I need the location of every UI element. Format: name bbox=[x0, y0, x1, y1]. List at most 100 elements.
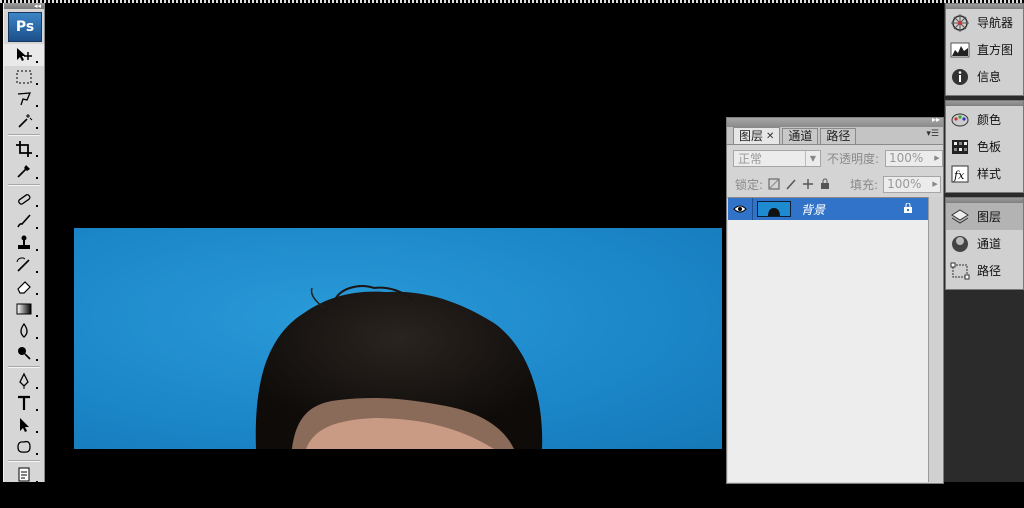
brush-tool-button[interactable] bbox=[4, 210, 44, 232]
clone-stamp-tool-button[interactable] bbox=[4, 232, 44, 254]
fill-value: 100% bbox=[887, 177, 922, 191]
gradient-tool-icon bbox=[16, 303, 32, 315]
lock-transparency-icon bbox=[768, 178, 780, 190]
dock-item-info[interactable]: 信息 bbox=[946, 63, 1023, 90]
tab-channels[interactable]: 通道 bbox=[782, 128, 819, 144]
chevron-right-icon[interactable]: ▶ bbox=[932, 154, 942, 162]
gradient-tool-button[interactable] bbox=[4, 298, 44, 320]
layer-lock-icon bbox=[903, 202, 913, 216]
layer-list-scrollbar[interactable] bbox=[928, 197, 943, 482]
lock-pixels-button[interactable] bbox=[785, 178, 797, 190]
eye-icon bbox=[733, 205, 747, 213]
paths-icon bbox=[950, 262, 970, 279]
dodge-tool-button[interactable] bbox=[4, 342, 44, 364]
swatches-icon bbox=[952, 139, 968, 154]
lock-fill-row: 锁定: 填充: 100% ▶ bbox=[727, 171, 943, 198]
healing-brush-tool-icon bbox=[18, 194, 31, 205]
blend-opacity-row: 正常 ▼ 不透明度: 100% ▶ bbox=[727, 145, 943, 171]
blend-mode-value: 正常 bbox=[738, 151, 763, 166]
fill-field[interactable]: 100% ▶ bbox=[883, 175, 942, 193]
dock-item-label: 样式 bbox=[977, 167, 1002, 181]
layers-icon bbox=[951, 208, 969, 224]
type-tool-icon bbox=[18, 395, 30, 410]
opacity-field[interactable]: 100% ▶ bbox=[885, 149, 943, 167]
lasso-tool-icon bbox=[17, 92, 32, 106]
eyedropper2-tool-icon bbox=[17, 494, 27, 504]
panel-title-bar[interactable]: ▸▸ bbox=[727, 115, 943, 127]
layer-thumbnail bbox=[757, 201, 791, 217]
notes-tool-icon bbox=[18, 467, 30, 482]
path-selection-tool-button[interactable] bbox=[4, 414, 44, 436]
tab-paths[interactable]: 路径 bbox=[820, 128, 857, 144]
app-logo[interactable]: Ps bbox=[8, 12, 42, 42]
layer-name[interactable]: 背景 bbox=[801, 201, 825, 218]
info-icon bbox=[952, 68, 968, 85]
dock-item-styles[interactable]: fx 样式 bbox=[946, 160, 1023, 187]
toolbox-separator bbox=[8, 134, 40, 136]
dock-item-paths[interactable]: 路径 bbox=[946, 257, 1023, 284]
tab-layers-label: 图层 bbox=[739, 128, 764, 143]
dock-item-label: 导航器 bbox=[977, 16, 1014, 30]
dock-item-navigator[interactable]: 导航器 bbox=[946, 9, 1023, 36]
history-brush-tool-button[interactable] bbox=[4, 254, 44, 276]
eyedropper2-tool-button[interactable] bbox=[4, 486, 44, 508]
dock-item-channels[interactable]: 通道 bbox=[946, 230, 1023, 257]
lock-transparency-button[interactable] bbox=[768, 178, 780, 190]
color-palette-icon bbox=[951, 113, 969, 126]
svg-text:fx: fx bbox=[953, 169, 965, 182]
layer-row[interactable]: 背景 bbox=[728, 198, 941, 220]
lock-all-button[interactable] bbox=[819, 178, 831, 190]
notes-tool-button[interactable] bbox=[4, 464, 44, 486]
chevron-down-icon: ▼ bbox=[804, 150, 820, 166]
magic-wand-tool-icon bbox=[18, 114, 33, 128]
tab-channels-label: 通道 bbox=[788, 129, 813, 143]
dock-item-layers[interactable]: 图层 bbox=[946, 203, 1023, 230]
tab-layers[interactable]: 图层 ✕ bbox=[733, 127, 781, 144]
eyedropper-tool-icon bbox=[17, 165, 30, 178]
navigator-icon bbox=[951, 13, 969, 32]
crop-tool-button[interactable] bbox=[4, 138, 44, 160]
close-tab-icon[interactable]: ✕ bbox=[766, 129, 774, 144]
custom-shape-tool-icon bbox=[17, 440, 31, 453]
toolbox: ◂◂ Ps bbox=[3, 2, 45, 505]
lock-position-button[interactable] bbox=[802, 178, 814, 190]
portrait-photo bbox=[255, 285, 543, 449]
panel-menu-icon[interactable]: ▾☰ bbox=[926, 129, 939, 139]
dock-group-navigator: 导航器 直方图 信息 bbox=[945, 3, 1024, 96]
dock-item-histogram[interactable]: 直方图 bbox=[946, 36, 1023, 63]
move-lock-icon bbox=[803, 179, 814, 189]
chevron-right-icon[interactable]: ▶ bbox=[930, 180, 940, 188]
visibility-toggle[interactable] bbox=[728, 198, 753, 220]
blend-mode-select[interactable]: 正常 ▼ bbox=[733, 149, 821, 167]
dock-group-color: 颜色 色板 fx 样式 bbox=[945, 100, 1024, 193]
dock-item-swatches[interactable]: 色板 bbox=[946, 133, 1023, 160]
collapse-panel-icon[interactable]: ▸▸ bbox=[932, 115, 940, 124]
document-image[interactable] bbox=[74, 228, 722, 449]
dock-item-color[interactable]: 颜色 bbox=[946, 106, 1023, 133]
collapse-icon[interactable]: ◂◂ bbox=[34, 2, 41, 10]
marquee-tool-button[interactable] bbox=[4, 66, 44, 88]
clone-stamp-tool-icon bbox=[18, 235, 30, 249]
layer-list: 背景 bbox=[728, 197, 941, 482]
blur-tool-icon bbox=[20, 322, 28, 338]
type-tool-button[interactable] bbox=[4, 392, 44, 414]
brush-lock-icon bbox=[786, 179, 796, 190]
eyedropper-tool-button[interactable] bbox=[4, 160, 44, 182]
dock-item-label: 色板 bbox=[977, 140, 1002, 154]
lasso-tool-button[interactable] bbox=[4, 88, 44, 110]
eraser-tool-button[interactable] bbox=[4, 276, 44, 298]
toolbox-separator bbox=[8, 184, 40, 186]
move-tool-button[interactable] bbox=[4, 44, 44, 66]
custom-shape-tool-button[interactable] bbox=[4, 436, 44, 458]
crop-tool-icon bbox=[16, 141, 32, 157]
magic-wand-tool-button[interactable] bbox=[4, 110, 44, 132]
move-tool-icon bbox=[17, 48, 32, 61]
toolbox-grip[interactable]: ◂◂ bbox=[4, 2, 44, 10]
pen-tool-button[interactable] bbox=[4, 370, 44, 392]
thumbnail-image bbox=[768, 208, 780, 216]
healing-brush-tool-button[interactable] bbox=[4, 188, 44, 210]
history-brush-tool-icon bbox=[16, 257, 30, 272]
dock-item-label: 颜色 bbox=[977, 113, 1002, 127]
toolbox-separator bbox=[8, 366, 40, 368]
blur-tool-button[interactable] bbox=[4, 320, 44, 342]
